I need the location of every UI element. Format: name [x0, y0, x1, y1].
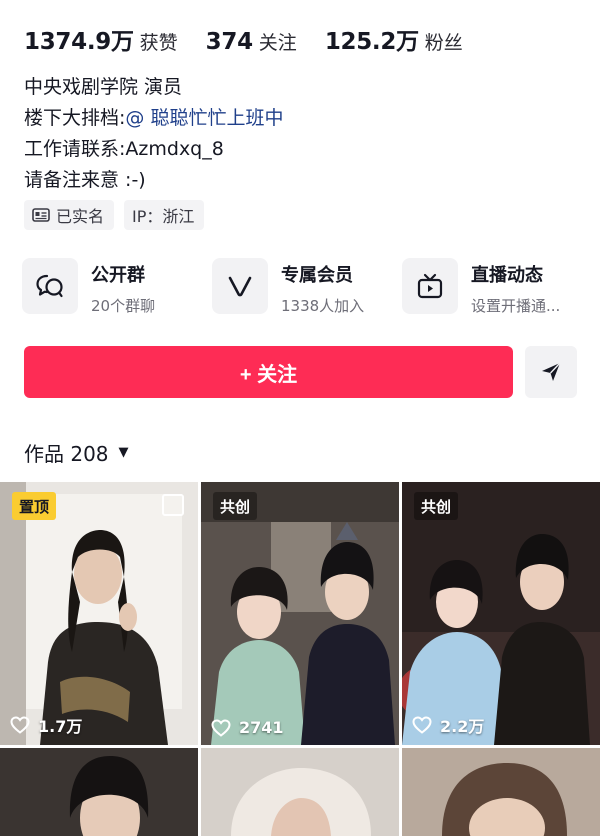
thumbnail-image — [402, 748, 600, 836]
thumbnail-image — [201, 482, 399, 745]
entry-public-group[interactable]: 公开群 20个群聊 — [22, 258, 202, 316]
pinned-badge: 置顶 — [12, 492, 57, 520]
like-count: 1.7万 — [10, 713, 82, 737]
ip-label: IP：浙江 — [132, 207, 195, 226]
works-count-label: 作品 208 — [24, 442, 109, 466]
follow-button[interactable]: + 关注 — [24, 346, 513, 398]
entry-subtitle: 设置开播通... — [471, 297, 561, 315]
select-checkbox[interactable] — [162, 494, 184, 516]
video-thumbnail[interactable] — [0, 748, 198, 836]
like-count: 2.2万 — [412, 713, 484, 737]
send-icon — [542, 362, 561, 381]
following-stat[interactable]: 374 关注 — [206, 28, 297, 55]
co-create-badge: 共创 — [414, 492, 459, 520]
likes-stat[interactable]: 1374.9万 获赞 — [24, 22, 178, 56]
entry-title: 直播动态 — [471, 265, 543, 286]
video-thumbnail[interactable]: 共创 2.2万 — [402, 482, 600, 745]
profile-tags: 已实名 IP：浙江 — [24, 200, 214, 230]
followers-count: 125.2万 — [324, 29, 419, 55]
likes-label: 获赞 — [139, 32, 178, 54]
bio-line-3: 工作请联系:Azmdxq_8 — [24, 138, 224, 160]
like-count-text: 2741 — [239, 718, 284, 737]
mention-link[interactable]: @ 聪聪忙忙上班中 — [125, 107, 283, 129]
entry-title: 公开群 — [91, 265, 145, 286]
works-tab[interactable]: 作品 208 ▼ — [24, 438, 129, 467]
entry-live-updates[interactable]: 直播动态 设置开播通... — [402, 258, 582, 316]
live-tv-icon — [402, 258, 458, 314]
ip-tag: IP：浙江 — [124, 200, 205, 230]
profile-bio: 中央戏剧学院 演员 楼下大排档:@ 聪聪忙忙上班中 工作请联系:Azmdxq_8… — [24, 72, 283, 196]
verified-tag[interactable]: 已实名 — [24, 200, 115, 230]
heart-icon — [10, 716, 30, 734]
heart-icon — [211, 718, 231, 737]
verified-label: 已实名 — [56, 207, 105, 226]
entry-title: 专属会员 — [281, 265, 353, 286]
bio-line-1: 中央戏剧学院 演员 — [24, 76, 183, 98]
heart-icon — [412, 716, 432, 734]
followers-label: 粉丝 — [424, 32, 463, 54]
id-card-icon — [32, 208, 50, 222]
group-chat-icon — [22, 258, 78, 314]
bio-line-2-prefix: 楼下大排档: — [24, 107, 126, 129]
like-count: 2741 — [211, 718, 284, 737]
profile-entries: 公开群 20个群聊 专属会员 1338人加入 直播动态 设置开播通... — [22, 258, 582, 316]
like-count-text: 2.2万 — [440, 717, 485, 736]
thumbnail-image — [0, 748, 198, 836]
profile-stats: 1374.9万 获赞 374 关注 125.2万 粉丝 — [24, 22, 491, 56]
v-member-icon — [212, 258, 268, 314]
bio-line-2: 楼下大排档:@ 聪聪忙忙上班中 — [24, 103, 283, 134]
video-thumbnail[interactable]: 置顶 1.7万 — [0, 482, 198, 745]
video-thumbnail[interactable] — [201, 748, 399, 836]
entry-subtitle: 20个群聊 — [91, 297, 156, 315]
like-count-text: 1.7万 — [38, 717, 83, 736]
likes-count: 1374.9万 — [24, 29, 134, 55]
video-thumbnail[interactable]: 共创 2741 — [201, 482, 399, 745]
co-create-badge: 共创 — [213, 492, 258, 520]
entry-subtitle: 1338人加入 — [281, 297, 365, 315]
following-count: 374 — [205, 29, 253, 55]
followers-stat[interactable]: 125.2万 粉丝 — [325, 22, 463, 56]
entry-exclusive-member[interactable]: 专属会员 1338人加入 — [212, 258, 392, 316]
share-button[interactable] — [525, 346, 577, 398]
following-label: 关注 — [258, 32, 297, 54]
thumbnail-image — [201, 748, 399, 836]
bio-line-4: 请备注来意 :-) — [24, 169, 146, 191]
dropdown-caret-icon: ▼ — [118, 445, 129, 460]
thumbnail-image — [402, 482, 600, 745]
thumbnail-image — [0, 482, 198, 745]
video-thumbnail[interactable] — [402, 748, 600, 836]
